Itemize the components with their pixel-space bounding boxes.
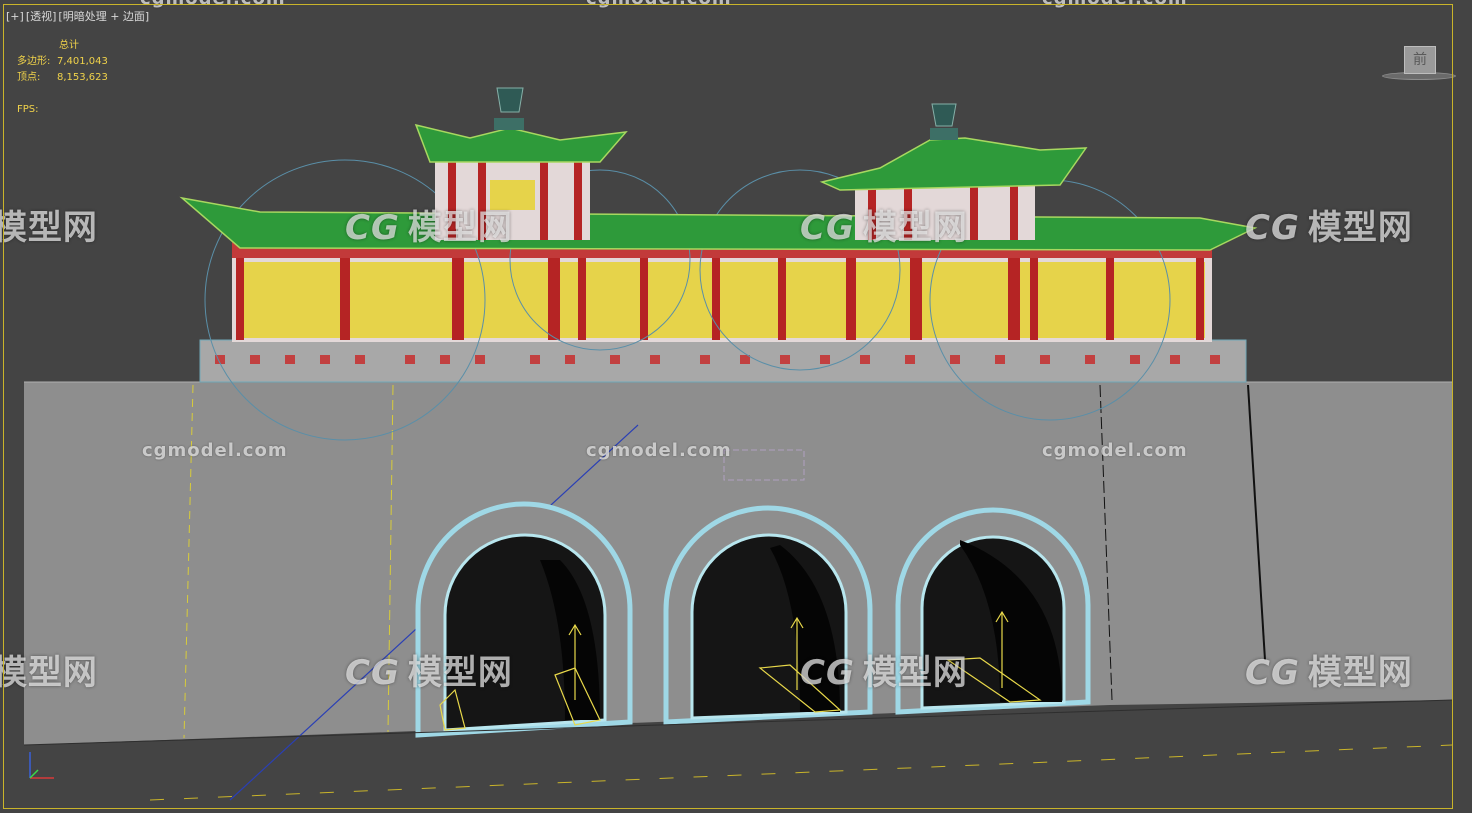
watermark-logo: CG模型网 <box>1245 645 1413 694</box>
watermark-logo-cg: CG <box>1245 208 1300 248</box>
viewcube-front-face[interactable]: 前 <box>1404 46 1436 74</box>
watermark-logo: CG模型网 <box>800 645 968 694</box>
watermark-logo-text: 模型网 <box>1307 653 1413 693</box>
viewport-view-menu[interactable]: [透视] <box>26 10 57 23</box>
watermark-logo-cg: CG <box>345 653 400 693</box>
scene-statistics: 总计 多边形: 7,401,043 顶点: 8,153,623 <box>17 38 108 86</box>
watermark-site: cgmodel.com <box>586 0 732 9</box>
watermark-logo: CG模型网 <box>800 200 968 249</box>
arch-left <box>415 501 633 738</box>
watermark-site: cgmodel.com <box>1042 0 1188 9</box>
watermark-logo: CG模型网 <box>345 645 513 694</box>
stats-polys-value: 7,401,043 <box>57 56 108 67</box>
watermark-logo-text: 模型网 <box>862 653 968 693</box>
left-tower-roof <box>414 123 628 163</box>
watermark-site: cgmodel.com <box>1042 440 1188 461</box>
watermark-logo: CG模型网 <box>1245 200 1413 249</box>
viewport-shading-menu[interactable]: [明暗处理 + 边面] <box>58 10 149 23</box>
stats-total-label: 总计 <box>59 40 79 51</box>
watermark-logo: CG模型网 <box>0 645 98 694</box>
watermark-logo-text: 模型网 <box>862 208 968 248</box>
stats-polys-label: 多边形: <box>17 56 51 67</box>
watermark-logo-text: 模型网 <box>407 653 513 693</box>
right-finial <box>930 128 958 140</box>
watermark-logo-text: 模型网 <box>0 653 98 693</box>
watermark-logo-text: 模型网 <box>1307 208 1413 248</box>
stats-verts-value: 8,153,623 <box>57 72 108 83</box>
watermark-logo-text: 模型网 <box>407 208 513 248</box>
watermark-logo: CG模型网 <box>0 200 98 249</box>
watermark-logo-text: 模型网 <box>0 208 98 248</box>
stats-fps-label: FPS: <box>17 104 39 115</box>
perspective-viewport[interactable]: cgmodel.com cgmodel.com cgmodel.com cgmo… <box>0 0 1472 813</box>
watermark-logo-cg: CG <box>800 208 855 248</box>
right-tower-roof <box>819 137 1088 191</box>
stats-verts-label: 顶点: <box>17 72 41 83</box>
watermark-logo: CG模型网 <box>345 200 513 249</box>
watermark-logo-cg: CG <box>800 653 855 693</box>
viewcube[interactable]: 前 <box>1380 42 1460 82</box>
ground-dash <box>149 744 1453 801</box>
watermark-site: cgmodel.com <box>586 440 732 461</box>
watermark-site: cgmodel.com <box>142 440 288 461</box>
left-finial <box>494 118 524 130</box>
viewport-label: [+] [透视] [明暗处理 + 边面] <box>6 8 151 24</box>
watermark-logo-cg: CG <box>345 208 400 248</box>
watermark-logo-cg: CG <box>1245 653 1300 693</box>
watermark-site: cgmodel.com <box>140 0 286 9</box>
hall-lattice <box>240 262 1205 338</box>
main-roof <box>179 196 1258 251</box>
axis-tripod-icon <box>29 752 54 779</box>
viewport-general-menu[interactable]: [+] <box>6 10 24 23</box>
